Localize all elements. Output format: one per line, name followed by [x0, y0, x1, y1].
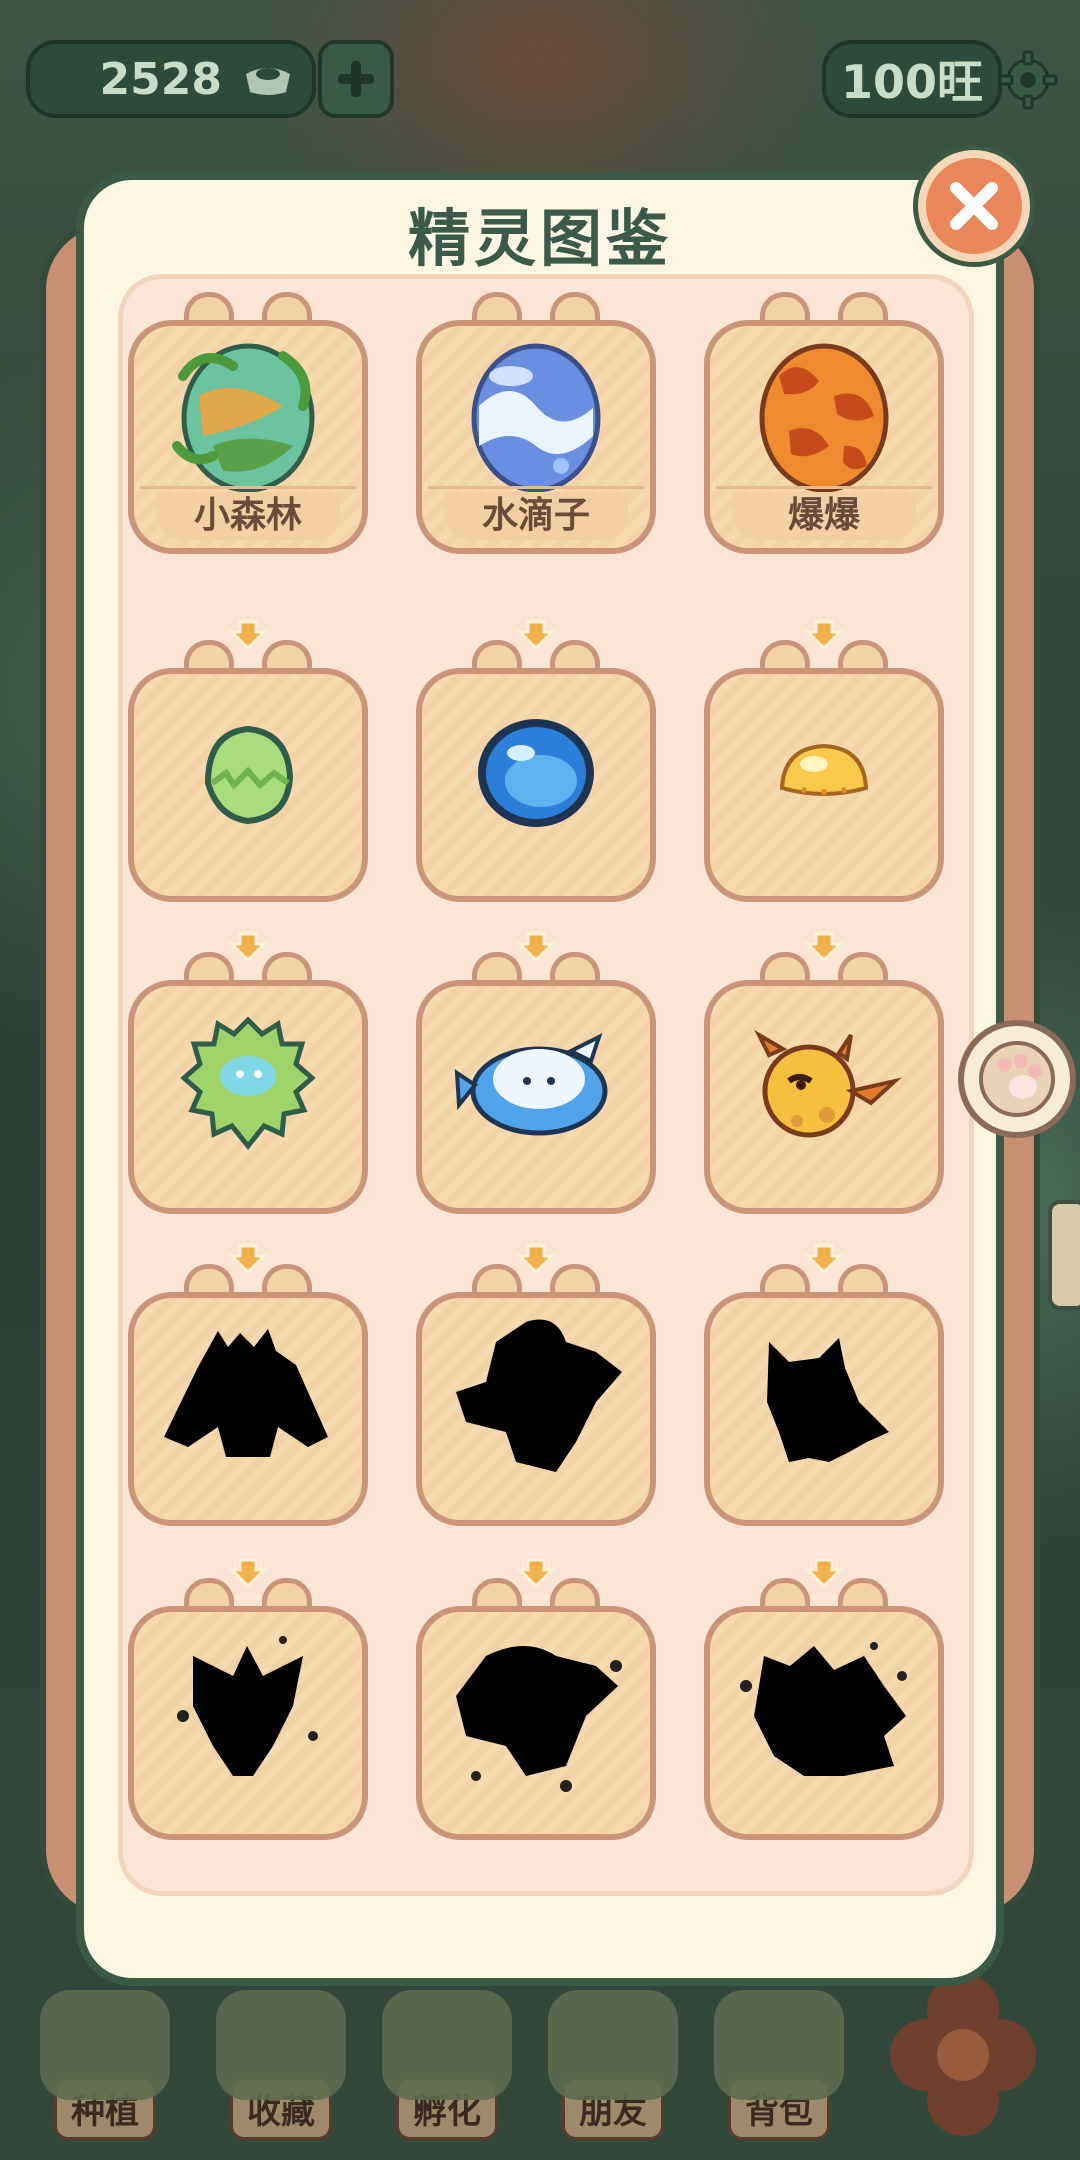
- sprout-icon: [40, 1990, 170, 2100]
- locked-sprite-card[interactable]: [128, 1578, 368, 1840]
- locked-sprite-card[interactable]: [128, 1264, 368, 1526]
- coin-counter: 2528: [26, 40, 316, 118]
- egg-name-forest: 小森林: [140, 486, 356, 540]
- friends-icon: [548, 1990, 678, 2100]
- locked-sprite-card[interactable]: [704, 1578, 944, 1840]
- paw-button[interactable]: [958, 1020, 1076, 1138]
- egg-icon: [382, 1990, 512, 2100]
- leaf-sprite-icon: [204, 725, 294, 825]
- sprite-card-water-stage1[interactable]: [416, 640, 656, 902]
- backpack-icon: [714, 1990, 844, 2100]
- nav-friends[interactable]: 朋友: [538, 1990, 688, 2140]
- book-icon: [216, 1990, 346, 2100]
- egg-card-fire[interactable]: 爆爆: [704, 292, 944, 554]
- gear-icon[interactable]: [996, 48, 1060, 112]
- locked-sprite-card[interactable]: [704, 1264, 944, 1526]
- nav-hatch[interactable]: 孵化: [372, 1990, 522, 2140]
- water-drop-sprite-icon: [478, 719, 594, 827]
- bottom-nav: 种植 收藏 孵化 朋友 背包: [0, 1960, 1080, 2160]
- close-icon: [950, 182, 998, 230]
- paw-icon: [979, 1041, 1055, 1117]
- fire-bird-sprite-icon: [754, 1029, 902, 1138]
- silhouette-icon: [164, 1329, 328, 1457]
- dialog-title: 精灵图鉴: [407, 202, 672, 275]
- sprite-card-forest-stage1[interactable]: [128, 640, 368, 902]
- silhouette-icon: [767, 1338, 889, 1462]
- silhouette-icon: [456, 1319, 622, 1472]
- close-button[interactable]: [918, 150, 1030, 262]
- locked-sprite-card[interactable]: [416, 1578, 656, 1840]
- water-egg-icon: [471, 343, 601, 493]
- silhouette-icon: [740, 1642, 907, 1776]
- egg-card-forest[interactable]: 小森林: [128, 292, 368, 554]
- flower-icon[interactable]: [888, 1970, 1038, 2140]
- currency-counter: 100旺: [822, 40, 1002, 118]
- ingot-icon: [246, 68, 290, 95]
- forest-egg-icon: [172, 343, 315, 493]
- side-arrow-tab[interactable]: [1048, 1200, 1080, 1310]
- silhouette-icon: [456, 1646, 622, 1792]
- whale-sprite-icon: [454, 1033, 608, 1136]
- furry-leaf-sprite-icon: [180, 1016, 316, 1151]
- egg-card-water[interactable]: 水滴子: [416, 292, 656, 554]
- nav-backpack[interactable]: 背包: [704, 1990, 854, 2140]
- fire-blob-sprite-icon: [779, 743, 869, 796]
- sprite-card-fire-stage1[interactable]: [704, 640, 944, 902]
- egg-name-water: 水滴子: [428, 486, 644, 540]
- locked-sprite-card[interactable]: [416, 1264, 656, 1526]
- egg-name-fire: 爆爆: [716, 486, 932, 540]
- currency-amount: 100旺: [840, 55, 984, 109]
- plus-icon: [338, 61, 374, 97]
- add-coins-button[interactable]: [318, 40, 394, 118]
- silhouette-icon: [177, 1636, 318, 1776]
- sprite-card-fire-stage2[interactable]: [704, 952, 944, 1214]
- nav-collection[interactable]: 收藏: [206, 1990, 356, 2140]
- nav-plant[interactable]: 种植: [30, 1990, 180, 2140]
- sprite-card-water-stage2[interactable]: [416, 952, 656, 1214]
- sprite-card-forest-stage2[interactable]: [128, 952, 368, 1214]
- fire-egg-icon: [759, 343, 889, 493]
- coin-amount: 2528: [99, 53, 222, 105]
